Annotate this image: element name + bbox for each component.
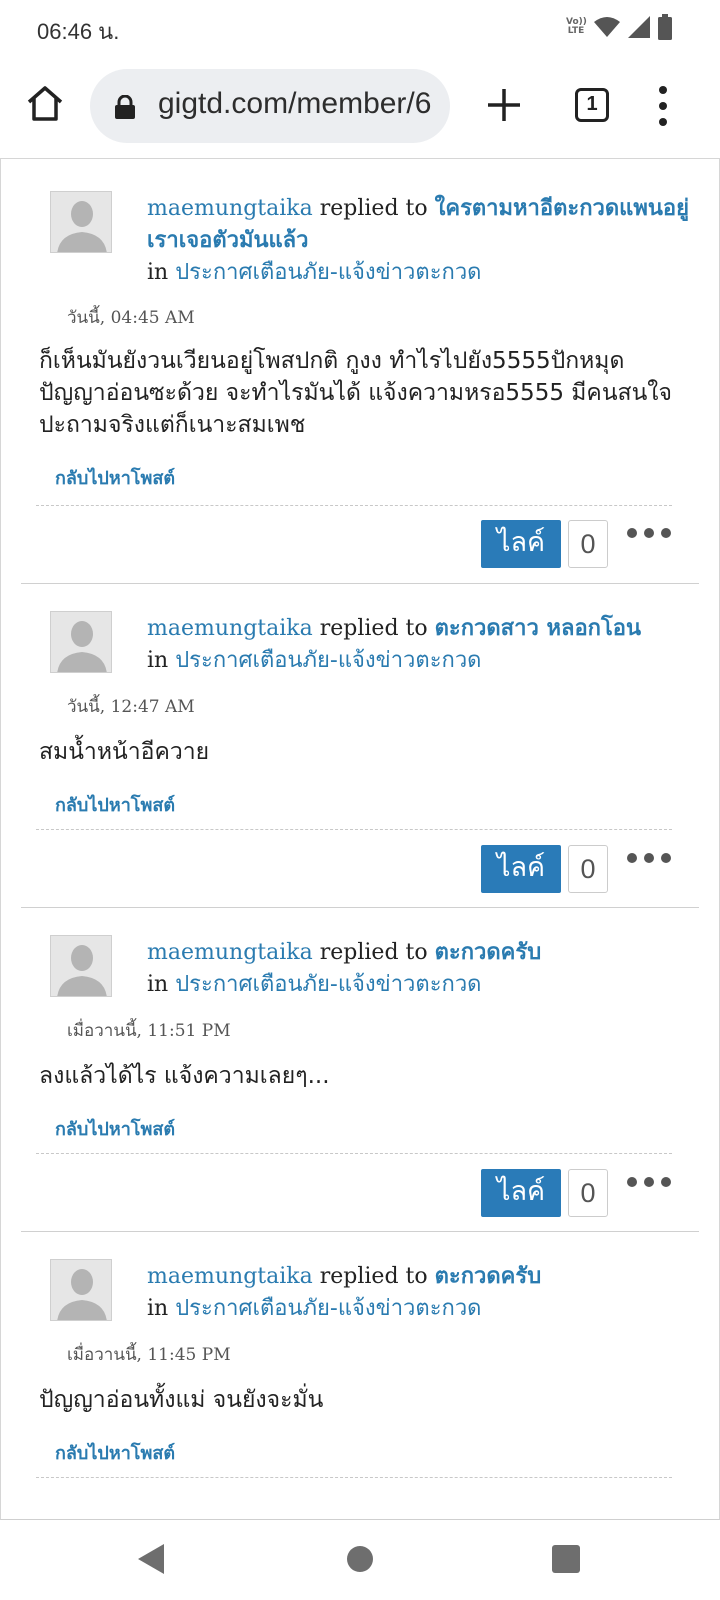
forum-link[interactable]: ประกาศเตือนภัย-แจ้งข่าวตะกวด [175, 1296, 481, 1321]
like-button[interactable]: ไลค์ [481, 520, 561, 568]
activity-item: maemungtaika replied to ตะกวดครับ in ประ… [21, 1232, 699, 1519]
activity-item: maemungtaika replied to ใครตามหาอีตะกวดแ… [21, 159, 699, 584]
username-link[interactable]: maemungtaika [147, 940, 313, 965]
more-options-icon[interactable] [627, 1174, 671, 1190]
system-nav-bar [0, 1520, 720, 1600]
post-time: วันนี้, 04:45 AM [67, 308, 195, 328]
post-body: ก็เห็นมันยังวนเวียนอยู่โพสปกติ กูงง ทำไร… [39, 348, 673, 438]
activity-item: maemungtaika replied to ตะกวดสาว หลอกโอน… [21, 584, 699, 908]
activity-feed: maemungtaika replied to ใครตามหาอีตะกวดแ… [0, 158, 720, 1520]
avatar[interactable] [50, 1259, 112, 1321]
like-count: 0 [568, 1169, 608, 1217]
topic-link[interactable]: ตะกวดสาว หลอกโอน [435, 616, 641, 641]
more-options-icon[interactable] [627, 525, 671, 541]
post-body: ปัญญาอ่อนทั้งแม่ จนยังจะมั่น [39, 1387, 324, 1413]
divider [36, 505, 672, 506]
post-time: เมื่อวานนี้, 11:45 PM [67, 1345, 231, 1365]
topic-link[interactable]: ตะกวดครับ [435, 1264, 542, 1289]
url-text: gigtd.com/member/6 [158, 87, 432, 120]
divider [36, 1477, 672, 1478]
status-time: 06:46 น. [37, 19, 120, 44]
status-icons: Vo)) LTE [566, 14, 672, 40]
post-body: ลงแล้วได้ไร แจ้งความเลยๆ... [39, 1063, 330, 1089]
lock-icon [115, 95, 135, 119]
more-vert-icon[interactable] [656, 86, 670, 126]
url-bar[interactable]: gigtd.com/member/6 [90, 69, 450, 143]
forum-link[interactable]: ประกาศเตือนภัย-แจ้งข่าวตะกวด [175, 648, 481, 673]
divider [36, 829, 672, 830]
volte-icon: Vo)) LTE [566, 17, 587, 36]
avatar[interactable] [50, 191, 112, 253]
post-time: วันนี้, 12:47 AM [67, 697, 195, 717]
forum-link[interactable]: ประกาศเตือนภัย-แจ้งข่าวตะกวด [175, 972, 481, 997]
back-to-post-link[interactable]: กลับไปหาโพสต์ [55, 463, 175, 492]
avatar[interactable] [50, 611, 112, 673]
tabs-button[interactable]: 1 [575, 88, 609, 122]
username-link[interactable]: maemungtaika [147, 616, 313, 641]
back-icon[interactable] [136, 1542, 166, 1576]
more-options-icon[interactable] [627, 850, 671, 866]
username-link[interactable]: maemungtaika [147, 1264, 313, 1289]
recents-icon[interactable] [552, 1545, 580, 1573]
like-button[interactable]: ไลค์ [481, 845, 561, 893]
divider [36, 1153, 672, 1154]
activity-item: maemungtaika replied to ตะกวดครับ in ประ… [21, 908, 699, 1232]
activity-header: maemungtaika replied to ใครตามหาอีตะกวดแ… [147, 196, 689, 285]
tab-count: 1 [586, 93, 598, 115]
post-time: เมื่อวานนี้, 11:51 PM [67, 1021, 231, 1041]
status-bar: 06:46 น. Vo)) LTE [0, 0, 720, 55]
home-button[interactable] [22, 81, 68, 127]
back-to-post-link[interactable]: กลับไปหาโพสต์ [55, 1114, 175, 1143]
activity-header: maemungtaika replied to ตะกวดสาว หลอกโอน… [147, 616, 642, 673]
signal-icon [628, 16, 650, 38]
battery-icon [658, 14, 672, 40]
new-tab-button[interactable] [484, 85, 524, 125]
activity-header: maemungtaika replied to ตะกวดครับ in ประ… [147, 940, 542, 997]
home-nav-icon[interactable] [347, 1546, 373, 1572]
like-button[interactable]: ไลค์ [481, 1169, 561, 1217]
back-to-post-link[interactable]: กลับไปหาโพสต์ [55, 790, 175, 819]
topic-link[interactable]: ตะกวดครับ [435, 940, 542, 965]
like-count: 0 [568, 520, 608, 568]
forum-link[interactable]: ประกาศเตือนภัย-แจ้งข่าวตะกวด [175, 260, 481, 285]
home-icon [27, 86, 63, 121]
username-link[interactable]: maemungtaika [147, 196, 313, 221]
avatar[interactable] [50, 935, 112, 997]
activity-header: maemungtaika replied to ตะกวดครับ in ประ… [147, 1264, 542, 1321]
browser-toolbar: gigtd.com/member/6 1 [0, 55, 720, 155]
back-to-post-link[interactable]: กลับไปหาโพสต์ [55, 1438, 175, 1467]
wifi-icon [594, 17, 620, 37]
like-count: 0 [568, 845, 608, 893]
post-body: สมน้ำหน้าอีควาย [39, 739, 210, 765]
